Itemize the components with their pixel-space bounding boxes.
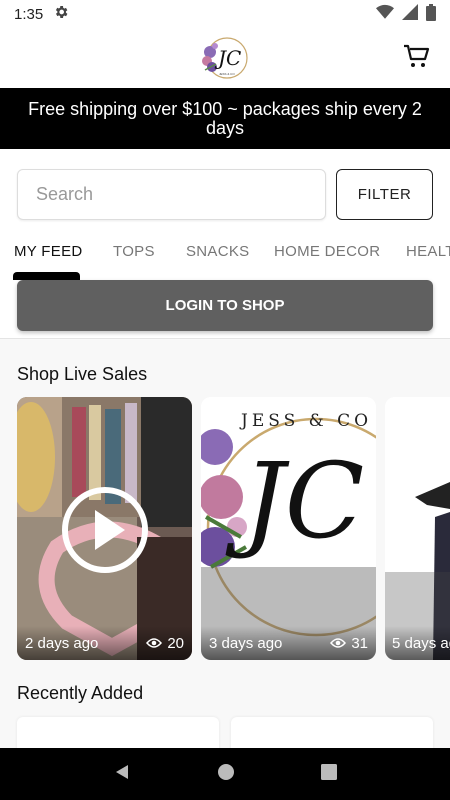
search-input[interactable] bbox=[17, 169, 326, 220]
tab-home-decor[interactable]: HOME DECOR bbox=[274, 243, 380, 260]
thumbnail-logo-caption: JESS & CO bbox=[241, 411, 373, 431]
live-sale-card[interactable]: JESS & CO JC 3 days ago 31 bbox=[201, 397, 376, 660]
filter-button[interactable]: FILTER bbox=[336, 169, 433, 220]
store-logo[interactable]: JC JESS & CO bbox=[200, 34, 250, 82]
status-time: 1:35 bbox=[14, 5, 44, 23]
play-icon[interactable] bbox=[60, 485, 150, 575]
eye-icon bbox=[146, 638, 163, 648]
eye-icon bbox=[330, 638, 347, 648]
battery-icon bbox=[426, 3, 436, 25]
live-sale-card[interactable]: 5 days ago bbox=[385, 397, 450, 660]
tab-my-feed[interactable]: MY FEED bbox=[14, 243, 83, 260]
promo-banner: Free shipping over $100 ~ packages ship … bbox=[0, 88, 450, 149]
wifi-icon bbox=[376, 4, 394, 24]
view-count: 20 bbox=[146, 635, 184, 652]
live-sale-card[interactable]: 2 days ago 20 bbox=[17, 397, 192, 660]
recents-icon[interactable] bbox=[321, 763, 337, 785]
tab-health[interactable]: HEALT bbox=[406, 243, 450, 260]
status-bar: 1:35 bbox=[0, 0, 450, 28]
back-icon[interactable] bbox=[113, 763, 131, 786]
search-row: FILTER bbox=[17, 169, 433, 220]
model-thumbnail bbox=[385, 397, 450, 660]
app-header: JC JESS & CO bbox=[0, 28, 450, 88]
logo-monogram: JC bbox=[218, 46, 242, 70]
view-count: 31 bbox=[330, 635, 368, 652]
cart-icon[interactable] bbox=[402, 42, 430, 70]
card-footer: 5 days ago bbox=[385, 626, 450, 660]
tab-tops[interactable]: TOPS bbox=[113, 243, 155, 260]
promo-text: Free shipping over $100 ~ packages ship … bbox=[28, 98, 422, 138]
tab-snacks[interactable]: SNACKS bbox=[186, 243, 250, 260]
gear-icon bbox=[53, 4, 69, 24]
view-count-value: 31 bbox=[351, 634, 368, 652]
recently-added-title: Recently Added bbox=[17, 683, 144, 703]
card-age: 2 days ago bbox=[25, 634, 99, 652]
home-icon[interactable] bbox=[217, 763, 235, 786]
live-sales-title: Shop Live Sales bbox=[17, 364, 148, 384]
view-count-value: 20 bbox=[167, 634, 184, 652]
card-age: 3 days ago bbox=[209, 634, 283, 652]
card-footer: 3 days ago 31 bbox=[201, 626, 376, 660]
card-age: 5 days ago bbox=[392, 634, 450, 652]
card-footer: 2 days ago 20 bbox=[17, 626, 192, 660]
system-nav-bar bbox=[0, 748, 450, 800]
signal-icon bbox=[402, 4, 418, 24]
login-to-shop-button[interactable]: LOGIN TO SHOP bbox=[17, 280, 433, 331]
thumbnail-logo-monogram: JC bbox=[243, 440, 365, 562]
active-tab-indicator bbox=[13, 272, 80, 280]
logo-caption: JESS & CO bbox=[219, 72, 235, 76]
